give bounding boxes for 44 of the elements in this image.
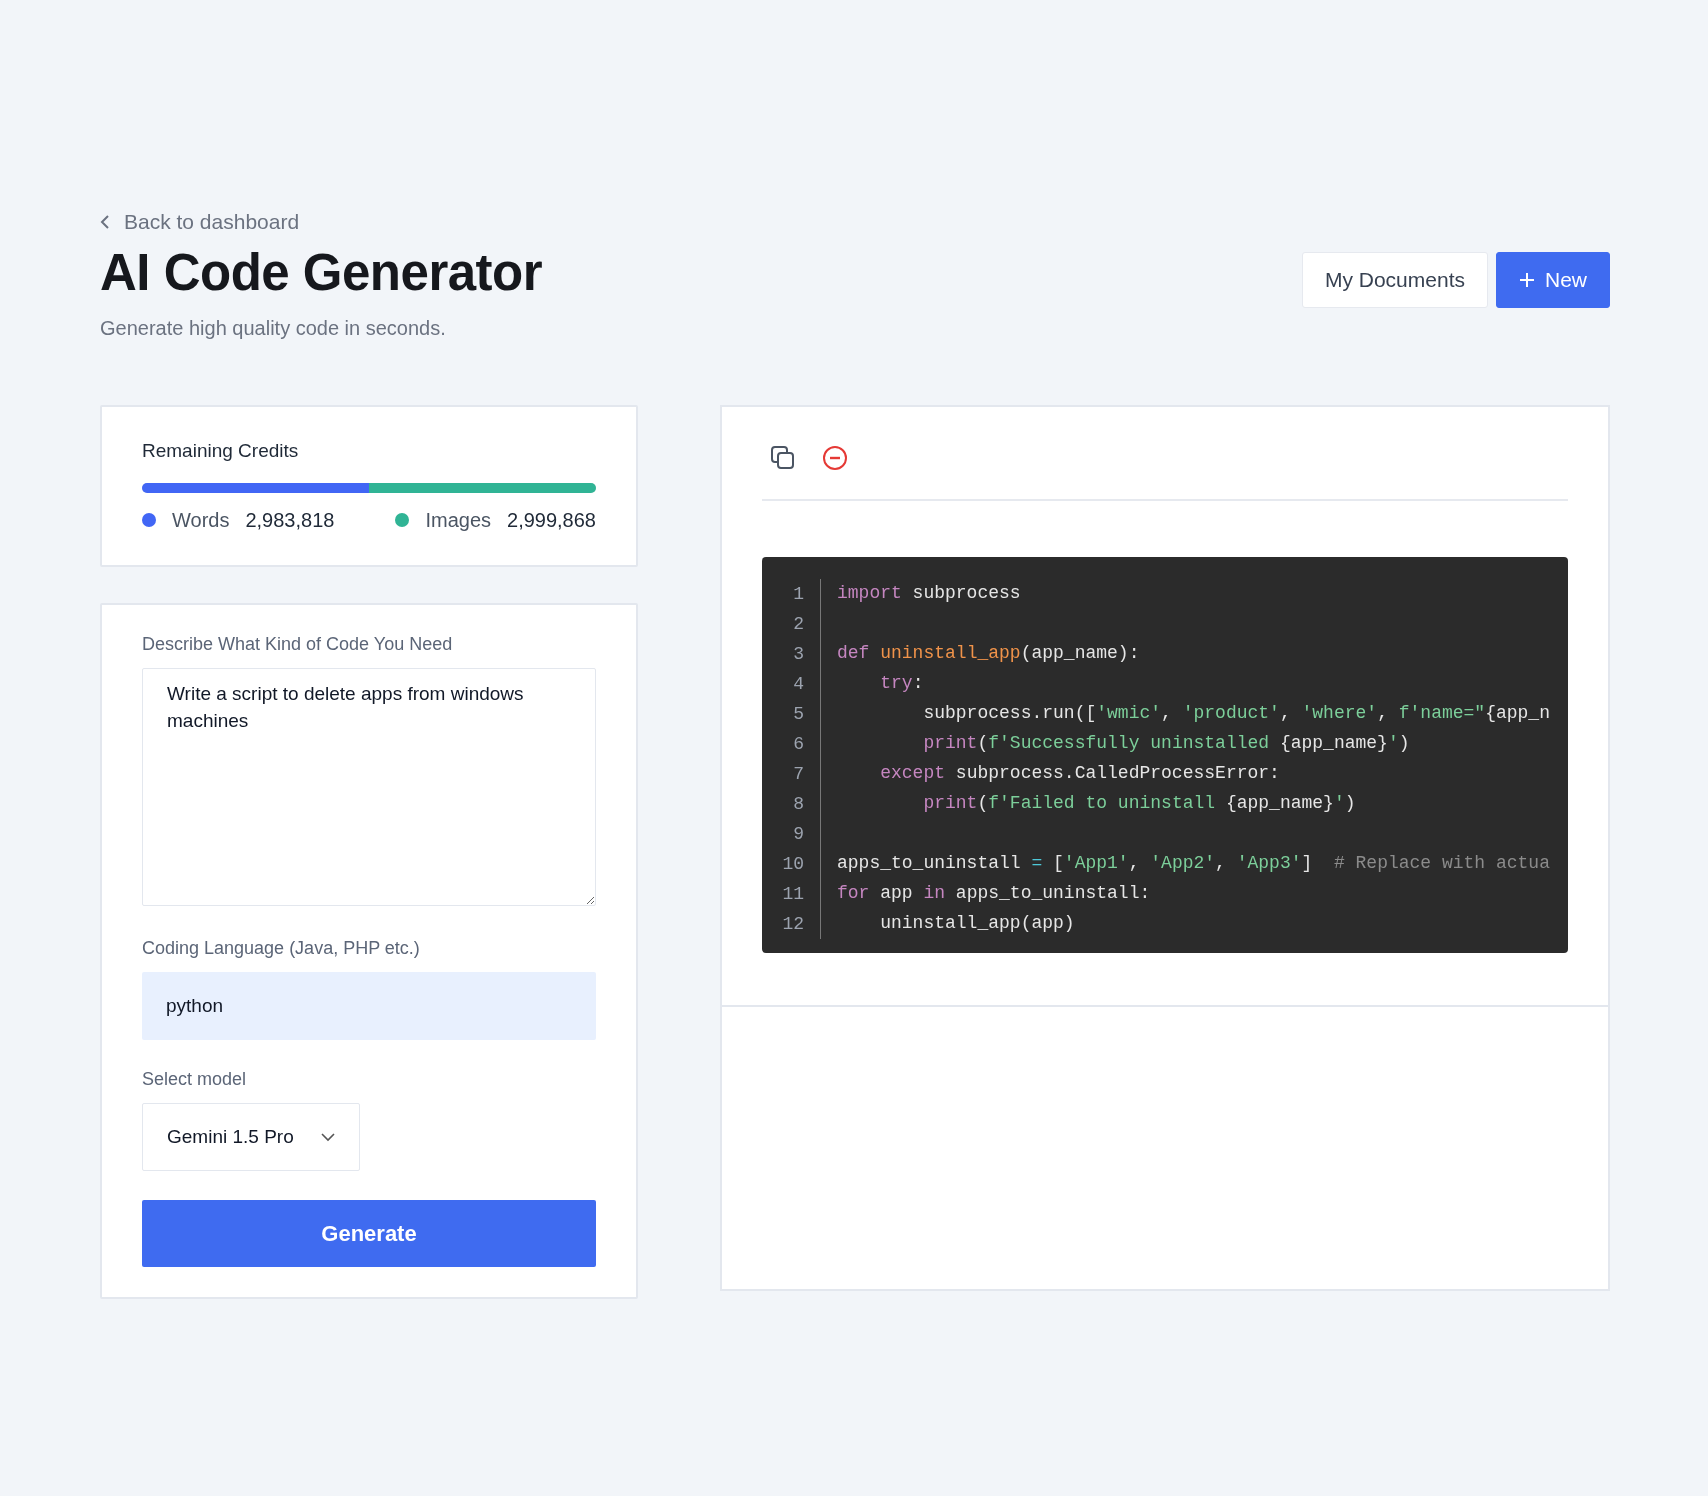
language-field[interactable]: python bbox=[142, 972, 596, 1041]
line-number: 8 bbox=[762, 788, 821, 819]
code-line: except subprocess.CalledProcessError: bbox=[879, 762, 1280, 786]
field-label: Describe What Kind of Code You Need bbox=[142, 633, 454, 657]
code-line: subprocess.run(['wmic', 'product', 'where', f'name="{app_n bbox=[922, 702, 1550, 726]
code-line: uninstall_app(app) bbox=[879, 912, 1075, 936]
line-number: 11 bbox=[762, 878, 821, 909]
code-line: try: bbox=[879, 672, 924, 696]
code-line: print(f'Failed to uninstall {app_name}') bbox=[922, 792, 1356, 816]
code-line: import subprocess bbox=[836, 582, 1021, 606]
field-label: Select model bbox=[142, 1068, 248, 1092]
line-number: 4 bbox=[762, 668, 821, 699]
documents-button[interactable]: My Documents bbox=[1301, 252, 1488, 308]
plus-icon bbox=[1519, 271, 1535, 288]
chevron-down-icon bbox=[321, 1132, 335, 1142]
legend-value: 2,983,818 bbox=[245, 508, 335, 534]
line-number: 3 bbox=[762, 638, 821, 669]
legend-value: 2,999,868 bbox=[507, 508, 596, 534]
chevron-left-icon bbox=[100, 213, 110, 230]
line-number: 5 bbox=[762, 698, 821, 729]
remove-button[interactable] bbox=[822, 444, 848, 471]
line-number: 9 bbox=[762, 818, 821, 849]
copy-button[interactable] bbox=[770, 444, 796, 471]
code-line: def uninstall_app(app_name): bbox=[836, 642, 1140, 666]
legend-label: Images bbox=[425, 508, 491, 534]
field-label: Coding Language (Java, PHP etc.) bbox=[142, 937, 421, 961]
new-button[interactable]: New bbox=[1496, 252, 1610, 308]
generate-button[interactable]: Generate bbox=[142, 1200, 596, 1268]
model-dropdown[interactable]: Gemini 1.5 Pro bbox=[142, 1103, 360, 1172]
description-field[interactable]: Write a script to delete apps from windows machines bbox=[142, 668, 596, 907]
line-number: 6 bbox=[762, 728, 821, 759]
line-number: 12 bbox=[762, 908, 821, 939]
credits-title: Remaining Credits bbox=[142, 438, 300, 463]
line-number: 1 bbox=[762, 578, 821, 609]
back-link[interactable]: Back to dashboard bbox=[100, 206, 300, 238]
page-title: AI Code Generator bbox=[100, 242, 543, 303]
code-line: for app in apps_to_uninstall: bbox=[836, 882, 1151, 906]
code-line: print(f'Successfully uninstalled {app_name}') bbox=[922, 732, 1410, 756]
legend-label: Words bbox=[172, 508, 230, 534]
code-line: apps_to_uninstall = ['App1', 'App2', 'App3'] # Replace with actua bbox=[836, 852, 1550, 876]
line-number: 10 bbox=[762, 848, 821, 879]
page-subtitle: Generate high quality code in seconds. bbox=[100, 315, 447, 341]
line-number: 2 bbox=[762, 608, 821, 639]
line-number: 7 bbox=[762, 758, 821, 789]
